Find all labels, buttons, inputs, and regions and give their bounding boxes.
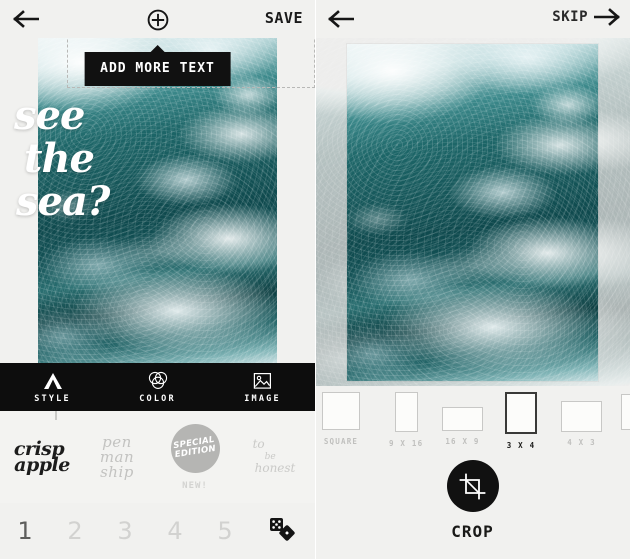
style-sample-crisp-apple: crisp apple: [8, 439, 70, 476]
crop-topbar: SKIP: [315, 0, 630, 38]
ratio-label: 16 X 9: [445, 437, 480, 446]
tab-image[interactable]: IMAGE: [224, 371, 302, 404]
tab-color-label: COLOR: [139, 393, 176, 404]
plus-circle-icon: [147, 9, 168, 31]
skip-control[interactable]: SKIP: [552, 6, 620, 28]
editor-toolbar: STYLE COLOR IMAGE: [0, 363, 315, 411]
ratio-option-ig[interactable]: IG: [621, 392, 630, 446]
ratio-thumb: [621, 394, 630, 430]
add-text-button[interactable]: [147, 9, 169, 31]
style-line-3: ship: [100, 462, 134, 481]
crop-action-group: CROP: [315, 460, 630, 541]
crop-window[interactable]: [347, 44, 598, 381]
style-item-pen-man-ship[interactable]: pen man ship: [78, 411, 156, 503]
tab-style-label: STYLE: [34, 393, 71, 404]
picture-icon: [253, 371, 272, 390]
crop-button-label: CROP: [451, 522, 494, 541]
ratio-thumb: [505, 392, 537, 434]
tab-color[interactable]: COLOR: [119, 371, 197, 404]
back-button[interactable]: [12, 8, 40, 30]
ratio-thumb: [561, 401, 602, 432]
style-strip[interactable]: crisp apple pen man ship SPECIAL EDITION: [0, 411, 315, 503]
venn-circles-icon: [148, 371, 168, 390]
page-number-1[interactable]: 1: [0, 517, 50, 545]
overlay-text[interactable]: see the sea?: [14, 92, 110, 226]
ratio-label: SQUARE: [323, 437, 359, 446]
add-more-text-tooltip: ADD MORE TEXT: [84, 52, 231, 86]
ratio-thumb: [322, 392, 360, 430]
ratio-label: 3 X 4: [506, 441, 536, 450]
ratio-thumb: [442, 407, 483, 431]
ratio-thumb: [394, 392, 418, 432]
tab-image-label: IMAGE: [244, 393, 281, 404]
page-number-3[interactable]: 3: [100, 517, 150, 545]
style-item-to-be-honest[interactable]: to be honest: [234, 411, 312, 503]
crop-icon: [459, 473, 486, 499]
style-sample-penmanship: pen man ship: [100, 434, 134, 481]
ratio-option-9x16[interactable]: 9 X 16: [389, 392, 423, 448]
panel-divider: [315, 0, 316, 559]
aspect-ratio-row: SQUARE 9 X 16 16 X 9 3 X 4 4 X 3 IG: [315, 392, 630, 460]
app-root: see the sea? SAVE ADD MORE TEXT STYLE CO…: [0, 0, 630, 559]
overlay-text-line-3: sea?: [16, 178, 110, 226]
overlay-text-line-2: the: [24, 135, 95, 183]
page-number-row: 1 2 3 4 5: [0, 503, 315, 559]
style-line-3: honest: [254, 461, 296, 476]
ratio-option-square[interactable]: SQUARE: [322, 392, 360, 446]
badge-new-caption: NEW!: [182, 480, 208, 491]
dice-shuffle-icon: [270, 518, 295, 541]
shuffle-button[interactable]: [269, 517, 301, 545]
arrow-right-icon: [594, 8, 620, 26]
crop-button[interactable]: [446, 460, 499, 512]
style-item-special-edition[interactable]: SPECIAL EDITION NEW!: [156, 411, 234, 503]
save-button[interactable]: SAVE: [265, 6, 303, 30]
style-sample-to-be-honest: to be honest: [251, 437, 296, 476]
ratio-option-16x9[interactable]: 16 X 9: [442, 392, 483, 446]
page-number-5[interactable]: 5: [200, 517, 250, 545]
overlay-text-line-1: see: [14, 92, 85, 139]
skip-label: SKIP: [552, 9, 588, 25]
spray-highlights-crop: [347, 44, 598, 381]
editor-topbar: SAVE: [0, 0, 315, 38]
style-line-1: to: [252, 437, 265, 452]
style-item-crisp-apple[interactable]: crisp apple: [0, 411, 78, 503]
arrow-left-icon: [328, 10, 354, 28]
letter-a-icon: [43, 371, 63, 390]
ratio-label: 9 X 16: [389, 439, 424, 448]
ratio-option-3x4[interactable]: 3 X 4: [505, 392, 537, 450]
page-number-4[interactable]: 4: [150, 517, 200, 545]
ratio-label: 4 X 3: [567, 438, 596, 447]
crop-screen: SKIP SQUARE 9 X 16 16 X 9 3 X 4 4 X 3 CR…: [315, 0, 630, 559]
back-button[interactable]: [327, 8, 355, 30]
ratio-option-4x3[interactable]: 4 X 3: [561, 392, 602, 447]
arrow-left-icon: [13, 10, 39, 28]
editor-screen: see the sea? SAVE ADD MORE TEXT STYLE CO…: [0, 0, 315, 559]
badge-text: SPECIAL EDITION: [173, 435, 217, 460]
tab-style[interactable]: STYLE: [14, 371, 92, 404]
style-line-2: apple: [14, 454, 70, 476]
special-edition-badge: SPECIAL EDITION: [170, 423, 220, 473]
page-number-2[interactable]: 2: [50, 517, 100, 545]
